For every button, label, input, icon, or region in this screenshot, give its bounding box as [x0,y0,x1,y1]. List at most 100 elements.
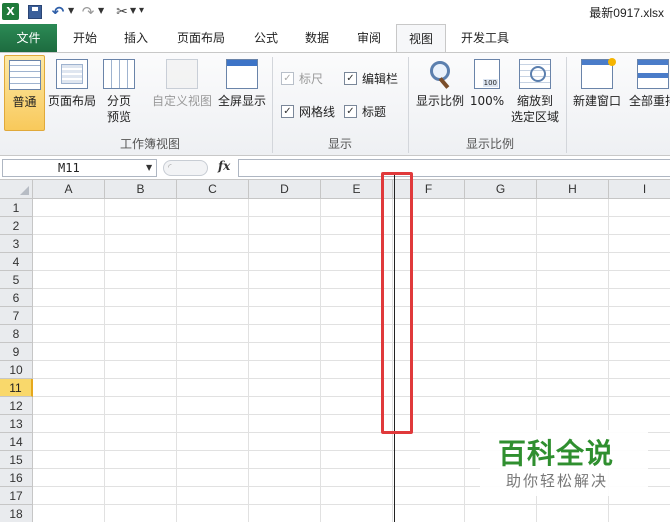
group-separator [272,57,273,153]
redo-icon[interactable]: ↷ [80,3,96,21]
title-bar: X ↶ ▼ ↷ ▼ ✂ ▼ ▾ 最新0917.xlsx [0,0,670,24]
excel-logo-icon[interactable]: X [2,3,19,20]
row-header-5[interactable]: 5 [0,271,33,289]
new-window-button[interactable]: 新建窗口 [570,55,624,131]
ribbon-panel: 普通 页面布局 分页 预览 自定义视图 全屏显示 工作簿视图 ✓ 标尺 ✓ 编辑… [0,52,670,156]
gridline-horizontal [33,252,670,253]
column-header-a[interactable]: A [33,180,105,199]
gridlines-checkbox[interactable]: ✓ 网格线 [281,102,335,120]
formula-bar: M11 ▼ ◜ fx [0,156,670,180]
row-header-9[interactable]: 9 [0,343,33,361]
column-header-d[interactable]: D [249,180,321,199]
column-header-g[interactable]: G [465,180,537,199]
tab-page-layout[interactable]: 页面布局 [168,24,234,52]
row-header-13[interactable]: 13 [0,415,33,433]
page-layout-icon [56,59,88,89]
customize-qat-icon[interactable]: ▾ [139,5,144,16]
full-screen-button[interactable]: 全屏显示 [216,55,268,131]
select-all-button[interactable] [0,180,33,199]
row-header-14[interactable]: 14 [0,433,33,451]
undo-icon[interactable]: ↶ [50,3,66,21]
zoom-button[interactable]: 显示比例 [414,55,466,131]
tools-dropdown-icon[interactable]: ▼ [130,6,136,15]
gridline-horizontal [33,306,670,307]
checkmark-icon: ✓ [281,71,294,85]
red-highlight-box [381,172,413,434]
row-header-3[interactable]: 3 [0,235,33,253]
tab-insert[interactable]: 插入 [113,24,159,52]
new-window-icon [581,58,616,89]
checkmark-icon: ✓ [281,104,294,118]
insert-function-icon[interactable]: fx [218,159,230,173]
column-header-i[interactable]: I [609,180,670,199]
tab-review[interactable]: 审阅 [346,24,392,52]
formula-bar-checkbox[interactable]: ✓ 编辑栏 [344,69,398,87]
group-separator [566,57,567,153]
row-header-1[interactable]: 1 [0,199,33,217]
custom-views-button[interactable]: 自定义视图 [150,55,214,131]
arrange-all-button[interactable]: 全部重排 [626,55,670,131]
row-header-2[interactable]: 2 [0,217,33,235]
gridline-horizontal [33,360,670,361]
tab-developer[interactable]: 开发工具 [452,24,518,52]
page-break-preview-button[interactable]: 分页 预览 [100,55,138,131]
zoom-selection-icon [519,59,551,89]
tab-home[interactable]: 开始 [62,24,108,52]
zoom-100-button[interactable]: 100 100% [468,55,506,131]
tab-data[interactable]: 数据 [294,24,340,52]
group-label-zoom: 显示比例 [465,137,514,151]
group-label-show: 显示 [327,137,352,151]
gridline-horizontal [33,414,670,415]
row-header-4[interactable]: 4 [0,253,33,271]
gridline-horizontal [33,288,670,289]
page-layout-view-button[interactable]: 页面布局 [46,55,98,131]
ribbon-tabs: 文件 开始 插入 页面布局 公式 数据 审阅 视图 开发工具 [0,24,670,53]
column-header-h[interactable]: H [537,180,609,199]
zoom-to-selection-button[interactable]: 缩放到 选定区域 [508,55,562,131]
gridline-horizontal [33,396,670,397]
name-box[interactable]: M11 [2,159,157,177]
row-header-11[interactable]: 11 [0,379,33,397]
custom-views-icon [166,59,198,89]
ruler-checkbox[interactable]: ✓ 标尺 [281,69,323,87]
group-label-workbook-views: 工作簿视图 [119,137,180,151]
zoom-100-icon: 100 [474,59,500,89]
redo-dropdown-icon[interactable]: ▼ [98,6,104,15]
row-header-6[interactable]: 6 [0,289,33,307]
tab-file[interactable]: 文件 [0,24,57,52]
tab-view[interactable]: 视图 [396,24,446,53]
row-header-16[interactable]: 16 [0,469,33,487]
normal-view-button[interactable]: 普通 [4,55,45,131]
window-title: 最新0917.xlsx [589,6,664,20]
row-header-15[interactable]: 15 [0,451,33,469]
gridline-horizontal [33,324,670,325]
tab-formulas[interactable]: 公式 [243,24,289,52]
page-break-icon [103,59,135,89]
undo-dropdown-icon[interactable]: ▼ [68,6,74,15]
gridline-horizontal [33,504,670,505]
gridline-horizontal [33,270,670,271]
column-header-b[interactable]: B [105,180,177,199]
row-header-8[interactable]: 8 [0,325,33,343]
watermark-title: 百科全说 [498,437,615,470]
row-header-10[interactable]: 10 [0,361,33,379]
group-separator [408,57,409,153]
row-header-18[interactable]: 18 [0,505,33,522]
gridline-horizontal [33,216,670,217]
tools-icon[interactable]: ✂ [113,3,131,20]
save-icon[interactable] [28,5,42,19]
arrange-all-icon [637,59,669,89]
full-screen-icon [226,59,258,89]
checkmark-icon: ✓ [344,71,357,85]
formula-input[interactable] [238,159,670,177]
formula-bar-resize-handle[interactable]: ◜ [163,160,208,176]
headings-checkbox[interactable]: ✓ 标题 [344,102,386,120]
row-header-12[interactable]: 12 [0,397,33,415]
row-header-7[interactable]: 7 [0,307,33,325]
name-box-dropdown-icon[interactable]: ▼ [146,163,152,172]
gridline-horizontal [33,378,670,379]
watermark-subtitle: 助你轻松解决 [506,472,609,490]
gridline-horizontal [33,342,670,343]
column-header-c[interactable]: C [177,180,249,199]
row-header-17[interactable]: 17 [0,487,33,505]
